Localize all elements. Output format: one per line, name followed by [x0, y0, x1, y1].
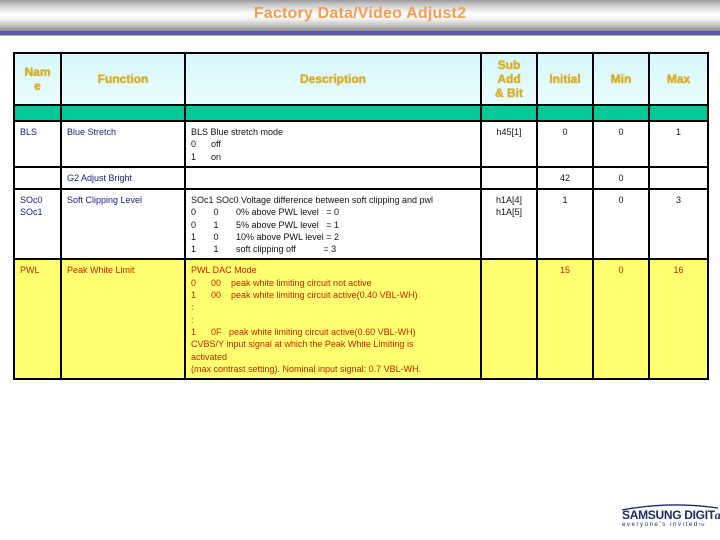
- cell-function: Soft Clipping Level: [60, 187, 186, 261]
- cell-initial: 0: [536, 120, 594, 168]
- cell-max: [648, 166, 709, 190]
- divider-cell: [648, 104, 709, 122]
- cell-min: 0: [592, 258, 650, 381]
- cell-description: SOc1 SOc0 Voltage difference between sof…: [184, 187, 482, 261]
- divider-cell: [536, 104, 594, 122]
- table-row: SOc0 SOc1 Soft Clipping Level SOc1 SOc0 …: [13, 187, 709, 261]
- cell-sub-address: [480, 166, 538, 190]
- cell-name: BLS: [13, 120, 62, 168]
- table-row: PWL Peak White Limit PWL DAC Mode 0 00 p…: [13, 258, 709, 381]
- cell-min: 0: [592, 120, 650, 168]
- logo-swoosh-icon: [621, 504, 719, 511]
- cell-description: PWL DAC Mode 0 00 peak white limiting ci…: [184, 258, 482, 381]
- header-name: Nam e: [13, 52, 62, 106]
- page-title: Factory Data/Video Adjust2: [253, 5, 467, 22]
- cell-sub-address: h1A[4] h1A[5]: [480, 187, 538, 261]
- logo-tagline: everyone's invited: [622, 522, 699, 528]
- header-row: Nam e Function Description Sub Add & Bit…: [13, 52, 709, 106]
- divider-cell: [592, 104, 650, 122]
- header-description: Description: [184, 52, 482, 106]
- cell-max: 16: [648, 258, 709, 381]
- cell-min: 0: [592, 166, 650, 190]
- cell-name: [13, 166, 62, 190]
- cell-name: SOc0 SOc1: [13, 187, 62, 261]
- title-bar: Factory Data/Video Adjust2: [0, 0, 720, 31]
- logo-tagline-wrap: everyone's invitedTM: [622, 522, 718, 528]
- cell-function: Peak White Limit: [60, 258, 186, 381]
- cell-sub-address: h45[1]: [480, 120, 538, 168]
- cell-description: BLS Blue stretch mode 0 off 1 on: [184, 120, 482, 168]
- cell-initial: 1: [536, 187, 594, 261]
- cell-function: G2 Adjust Bright: [60, 166, 186, 190]
- title-divider: [0, 31, 720, 36]
- cell-max: 3: [648, 187, 709, 261]
- header-function: Function: [60, 52, 186, 106]
- divider-cell: [13, 104, 62, 122]
- cell-function: Blue Stretch: [60, 120, 186, 168]
- header-max: Max: [648, 52, 709, 106]
- cell-max: 1: [648, 120, 709, 168]
- section-divider-row: [13, 104, 709, 122]
- header-initial: Initial: [536, 52, 594, 106]
- divider-cell: [184, 104, 482, 122]
- table-row: G2 Adjust Bright 42 0: [13, 166, 709, 190]
- cell-name: PWL: [13, 258, 62, 381]
- divider-cell: [480, 104, 538, 122]
- divider-cell: [60, 104, 186, 122]
- logo-trademark: TM: [698, 522, 705, 527]
- table-row: BLS Blue Stretch BLS Blue stretch mode 0…: [13, 120, 709, 168]
- cell-initial: 42: [536, 166, 594, 190]
- samsung-digitall-logo: SAMSUNG DIGITall everyone's invitedTM: [621, 504, 720, 536]
- cell-min: 0: [592, 187, 650, 261]
- factory-data-table: Nam e Function Description Sub Add & Bit…: [13, 52, 709, 381]
- cell-sub-address: [480, 258, 538, 381]
- header-sub-address: Sub Add & Bit: [480, 52, 538, 106]
- header-min: Min: [592, 52, 650, 106]
- cell-initial: 15: [536, 258, 594, 381]
- cell-description: [184, 166, 482, 190]
